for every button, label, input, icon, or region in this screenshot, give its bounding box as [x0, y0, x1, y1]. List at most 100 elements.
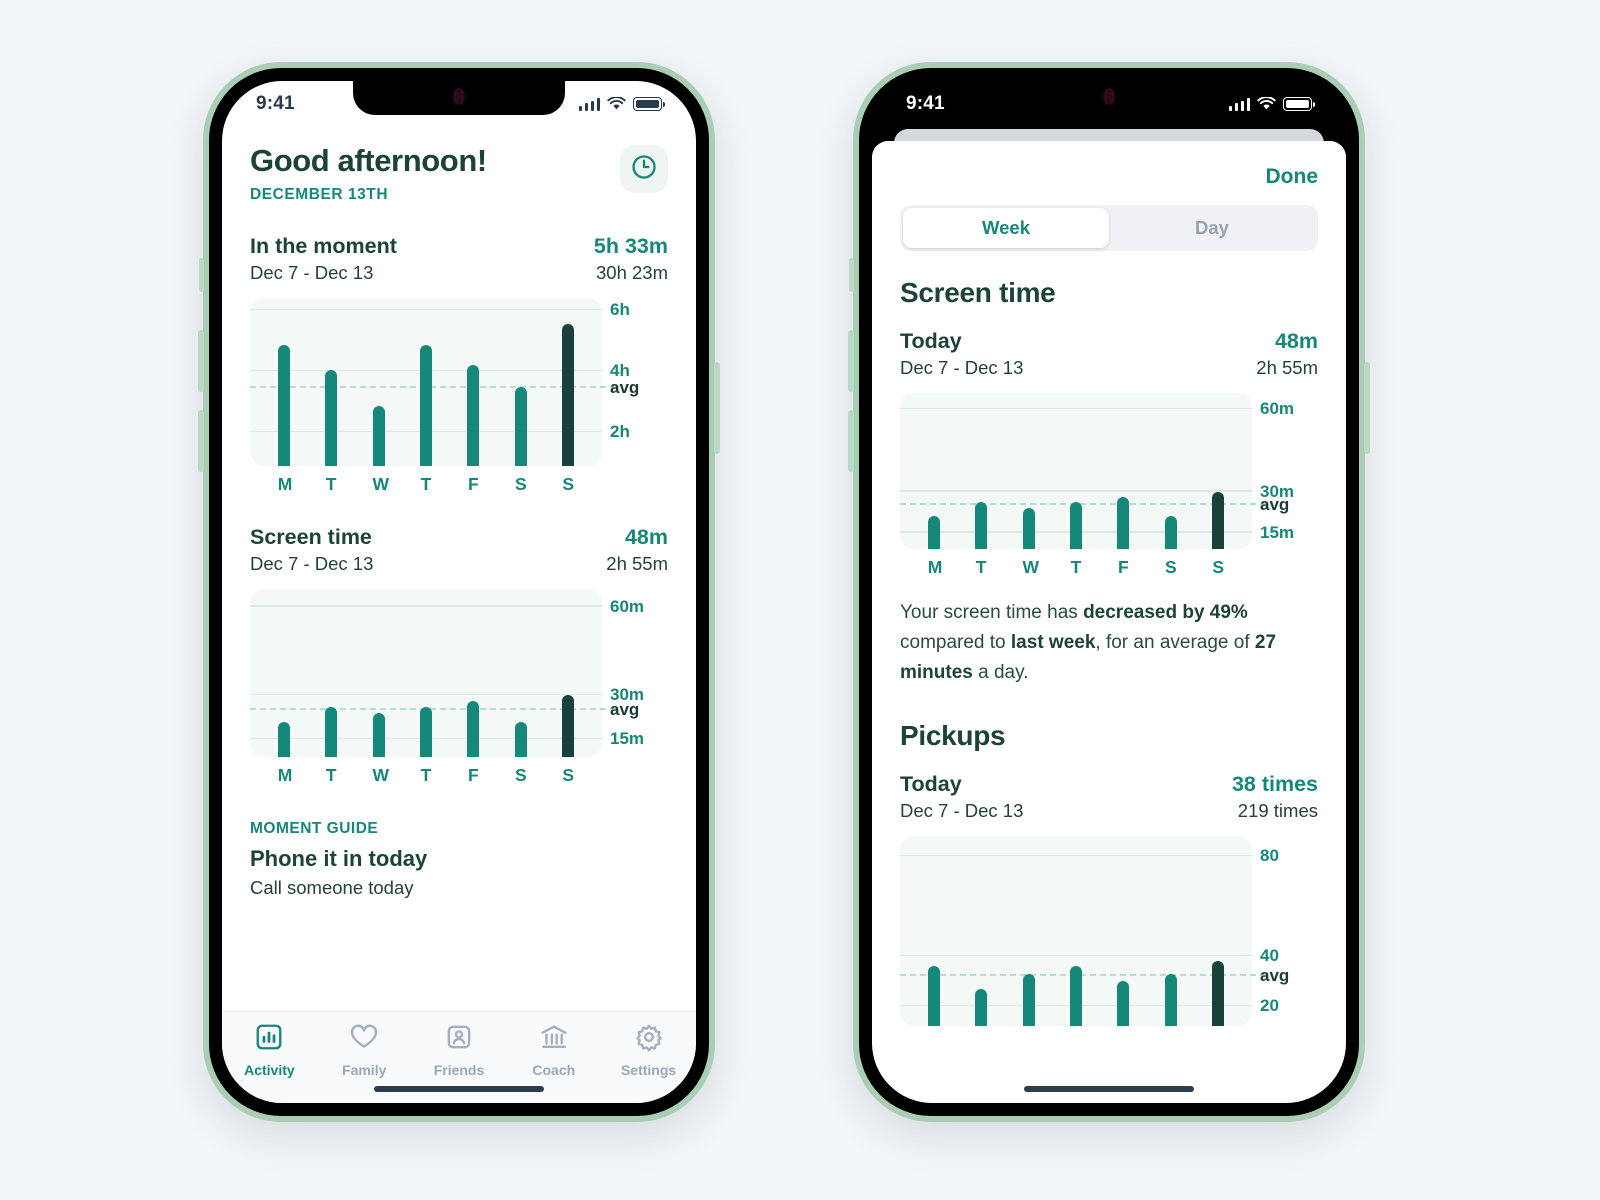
volume-up-button[interactable] [848, 330, 854, 392]
in-the-moment-section[interactable]: In the moment 5h 33m Dec 7 - Dec 13 30h … [250, 234, 668, 495]
chart-bar[interactable] [1069, 966, 1082, 1027]
chart-bar[interactable] [372, 406, 385, 466]
chart-bar[interactable] [325, 369, 338, 466]
chart-bar[interactable] [1212, 961, 1225, 1027]
home-indicator[interactable] [374, 1086, 544, 1092]
home-indicator[interactable] [1024, 1086, 1194, 1092]
tab-family[interactable]: Family [317, 1022, 412, 1078]
chart-bar-column[interactable] [277, 589, 290, 757]
chart-bar-column[interactable] [975, 393, 988, 549]
chart-bar[interactable] [467, 365, 480, 466]
pickups-heading: Pickups [900, 720, 1006, 752]
screen-time-range-row: Dec 7 - Dec 13 2h 55m [900, 357, 1318, 379]
chart-bar-column[interactable] [372, 298, 385, 466]
segment-day[interactable]: Day [1109, 208, 1315, 248]
moment-guide-section[interactable]: MOMENT GUIDE Phone it in today Call some… [250, 820, 668, 899]
chart-bar[interactable] [1022, 507, 1035, 549]
chart-bar-column[interactable] [1022, 836, 1035, 1027]
chart-bar[interactable] [325, 706, 338, 757]
chart-bar[interactable] [562, 323, 575, 466]
screen-time-section[interactable]: Screen time 48m Dec 7 - Dec 13 2h 55m M … [250, 525, 668, 786]
chart-bar-column[interactable] [927, 836, 940, 1027]
chart-bar[interactable] [419, 345, 432, 466]
chart-bar-column[interactable] [325, 298, 338, 466]
chart-bar[interactable] [927, 966, 940, 1027]
chart-bar[interactable] [372, 712, 385, 757]
page-title: Good afternoon! [250, 143, 487, 178]
status-bar-time: 9:41 [906, 93, 945, 114]
chart-bar-column[interactable] [1069, 836, 1082, 1027]
chart-bar[interactable] [277, 721, 290, 757]
chart-bar-column[interactable] [372, 589, 385, 757]
chart-bar-column[interactable] [419, 589, 432, 757]
chart-bar-column[interactable] [1212, 836, 1225, 1027]
chart-bar[interactable] [927, 516, 940, 549]
chart-bar-column[interactable] [1117, 836, 1130, 1027]
chart-bar[interactable] [1164, 516, 1177, 549]
chart-bar-column[interactable] [419, 298, 432, 466]
power-button[interactable] [714, 362, 720, 454]
phone-screen-left: 9:41 Good afternoon! DECEMBER 13TH In th… [222, 81, 696, 1103]
chart-bar-column[interactable] [562, 298, 575, 466]
chart-x-tick-label: S [514, 474, 527, 494]
chart-bar-column[interactable] [927, 393, 940, 549]
chart-bar-column[interactable] [1069, 393, 1082, 549]
pickups-total: 219 times [1237, 800, 1318, 822]
clock-button[interactable] [620, 145, 668, 193]
mute-switch[interactable] [199, 258, 204, 292]
chart-bar-column[interactable] [562, 589, 575, 757]
screen-time-title-row: Screen time 48m [250, 525, 668, 550]
pickups-today-value: 38 times [1231, 772, 1318, 797]
volume-down-button[interactable] [848, 410, 854, 472]
power-button[interactable] [1364, 362, 1370, 454]
chart-bar-column[interactable] [1164, 836, 1177, 1027]
done-button[interactable]: Done [1266, 165, 1319, 189]
chart-x-tick-label: S [1212, 557, 1225, 577]
tab-activity[interactable]: Activity [222, 1022, 317, 1078]
chart-bar[interactable] [514, 721, 527, 757]
chart-bar-column[interactable] [1022, 393, 1035, 549]
chart-bar-column[interactable] [277, 298, 290, 466]
chart-bar[interactable] [514, 386, 527, 466]
mute-switch[interactable] [849, 258, 854, 292]
chart-bar[interactable] [975, 502, 988, 549]
chart-bar[interactable] [277, 345, 290, 466]
chart-bar-column[interactable] [467, 589, 480, 757]
chart-bar[interactable] [1117, 981, 1130, 1027]
volume-down-button[interactable] [198, 410, 204, 472]
header-date: DECEMBER 13TH [250, 186, 389, 203]
chart-bar[interactable] [1022, 973, 1035, 1027]
face-id-sensor-icon [455, 90, 463, 103]
chart-bar[interactable] [562, 695, 575, 757]
chart-bar-column[interactable] [514, 298, 527, 466]
chart-bar-column[interactable] [1164, 393, 1177, 549]
segment-week[interactable]: Week [903, 208, 1109, 248]
gear-icon [634, 1022, 664, 1057]
chart-bar[interactable] [467, 701, 480, 757]
chart-x-tick-label: T [420, 474, 432, 494]
sheet-toolbar: Done [900, 141, 1319, 189]
tab-friends[interactable]: Friends [412, 1022, 507, 1078]
chart-bar-column[interactable] [467, 298, 480, 466]
chart-x-tick-label: T [325, 474, 337, 494]
in-the-moment-range: Dec 7 - Dec 13 [250, 262, 374, 283]
chart-bar[interactable] [1069, 502, 1082, 549]
phone-device-right: 9:41 Done Week Day Screen time Today 48m… [848, 62, 1370, 1122]
segmented-control[interactable]: Week Day [900, 205, 1318, 251]
chart-bar-column[interactable] [1212, 393, 1225, 549]
chart-bar-column[interactable] [1117, 393, 1130, 549]
chart-bar-column[interactable] [325, 589, 338, 757]
chart-bar[interactable] [419, 706, 432, 757]
chart-bar-column[interactable] [975, 836, 988, 1027]
tab-settings[interactable]: Settings [601, 1022, 696, 1078]
chart-bars [900, 836, 1252, 1027]
chart-bar[interactable] [1117, 497, 1130, 549]
volume-up-button[interactable] [198, 330, 204, 392]
chart-bar[interactable] [1164, 973, 1177, 1027]
chart-y-tick-label: avg [1260, 966, 1290, 986]
activity-scroll-area[interactable]: Good afternoon! DECEMBER 13TH In the mom… [250, 81, 668, 899]
chart-bar[interactable] [975, 988, 988, 1027]
tab-coach[interactable]: Coach [506, 1022, 601, 1078]
chart-bar-column[interactable] [514, 589, 527, 757]
chart-bar[interactable] [1212, 491, 1225, 549]
